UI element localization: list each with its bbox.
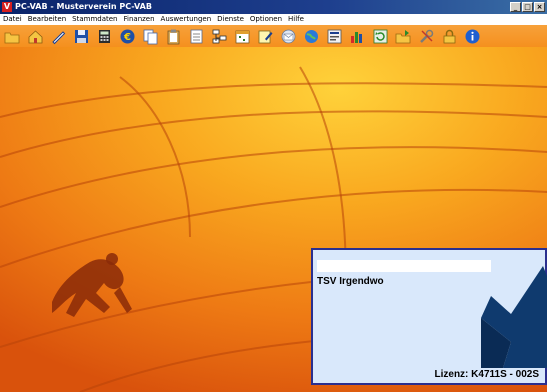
menu-dienste[interactable]: Dienste [217,14,244,25]
title-bar: V PC-VAB - Musterverein PC-VAB _ □ × [0,0,547,14]
menu-finanzen[interactable]: Finanzen [124,14,155,25]
arrow-graphic [481,266,547,368]
copy-icon[interactable] [142,28,159,45]
mail-icon[interactable] [280,28,297,45]
menu-hilfe[interactable]: Hilfe [288,14,304,25]
menu-datei[interactable]: Datei [3,14,22,25]
window-title: PC-VAB - Musterverein PC-VAB [15,2,152,11]
tree-icon[interactable] [211,28,228,45]
close-button[interactable]: × [534,2,545,12]
license-key: Lizenz: K4711S - 002S [434,369,540,380]
club-name: TSV Irgendwo [317,276,384,287]
pen-icon[interactable] [50,28,67,45]
calculator-icon[interactable] [96,28,113,45]
lock-icon[interactable] [441,28,458,45]
menu-bar: Datei Bearbeiten Stammdaten Finanzen Aus… [0,14,547,25]
minimize-button[interactable]: _ [510,2,521,12]
tools-icon[interactable] [418,28,435,45]
license-panel: TSV Irgendwo Lizenz: K4711S - 002S [311,248,547,385]
edit-note-icon[interactable] [257,28,274,45]
menu-auswertungen[interactable]: Auswertungen [161,14,212,25]
clipboard-icon[interactable] [165,28,182,45]
license-header-field [317,260,491,272]
open-folder-icon[interactable] [4,28,21,45]
app-logo: V [2,2,12,12]
document-icon[interactable] [188,28,205,45]
report-icon[interactable] [326,28,343,45]
toolbar: € [0,25,547,47]
bar-chart-icon[interactable] [349,28,366,45]
menu-stammdaten[interactable]: Stammdaten [72,14,117,25]
svg-text:€: € [123,32,131,43]
folder-export-icon[interactable] [395,28,412,45]
save-icon[interactable] [73,28,90,45]
euro-icon[interactable]: € [119,28,136,45]
calendar-icon[interactable] [234,28,251,45]
refresh-icon[interactable] [372,28,389,45]
maximize-button[interactable]: □ [522,2,533,12]
menu-optionen[interactable]: Optionen [250,14,282,25]
globe-icon[interactable] [303,28,320,45]
menu-bearbeiten[interactable]: Bearbeiten [28,14,66,25]
home-icon[interactable] [27,28,44,45]
info-icon[interactable] [464,28,481,45]
